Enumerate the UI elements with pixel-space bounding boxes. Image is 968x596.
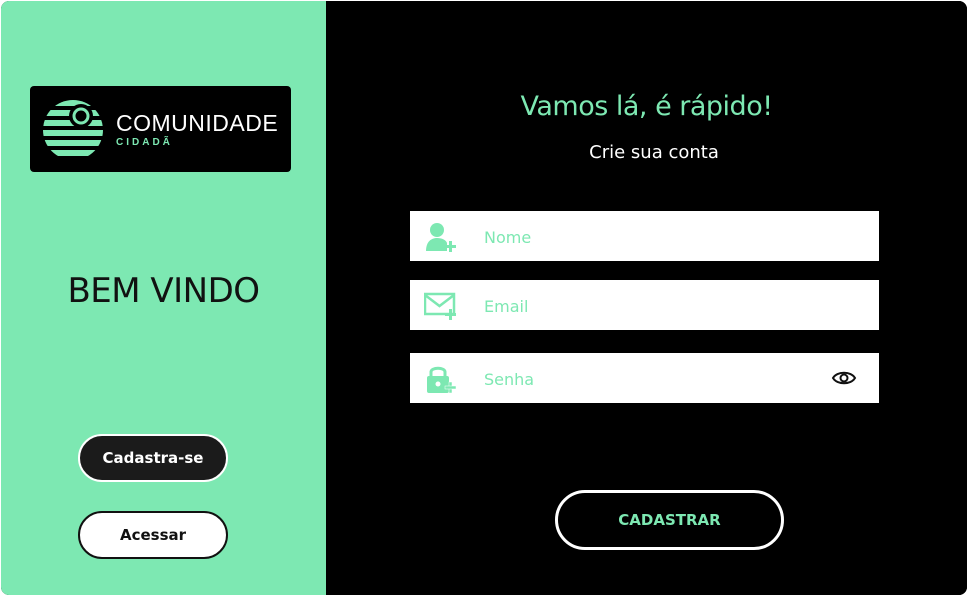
app-window: COMUNIDADE CIDADÃ BEM VINDO Cadastra-se … bbox=[1, 1, 967, 595]
email-field[interactable] bbox=[410, 280, 879, 332]
signup-button[interactable]: Cadastra-se bbox=[78, 434, 228, 482]
add-user-icon bbox=[426, 223, 456, 252]
form-subheading: Crie sua conta bbox=[589, 142, 719, 163]
brand-name: COMUNIDADE bbox=[116, 110, 279, 136]
welcome-panel: COMUNIDADE CIDADÃ BEM VINDO Cadastra-se … bbox=[1, 1, 326, 595]
signup-panel: Vamos lá, é rápido! Crie sua conta Nome … bbox=[326, 1, 967, 595]
show-password-icon[interactable] bbox=[831, 367, 857, 389]
brand-logo: COMUNIDADE CIDADÃ bbox=[30, 86, 291, 172]
name-field[interactable] bbox=[410, 211, 879, 263]
password-input[interactable] bbox=[482, 353, 826, 405]
name-input[interactable] bbox=[482, 211, 826, 263]
welcome-title: BEM VINDO bbox=[67, 271, 260, 311]
email-input[interactable] bbox=[482, 280, 826, 332]
register-button[interactable]: CADASTRAR bbox=[555, 490, 784, 550]
brand-tagline: CIDADÃ bbox=[116, 137, 173, 148]
password-field[interactable] bbox=[410, 353, 879, 405]
form-heading: Vamos lá, é rápido! bbox=[520, 91, 773, 122]
add-lock-icon bbox=[427, 366, 457, 394]
login-button[interactable]: Acessar bbox=[78, 511, 228, 559]
add-mail-icon bbox=[424, 292, 456, 320]
globe-logo-icon bbox=[43, 100, 103, 156]
